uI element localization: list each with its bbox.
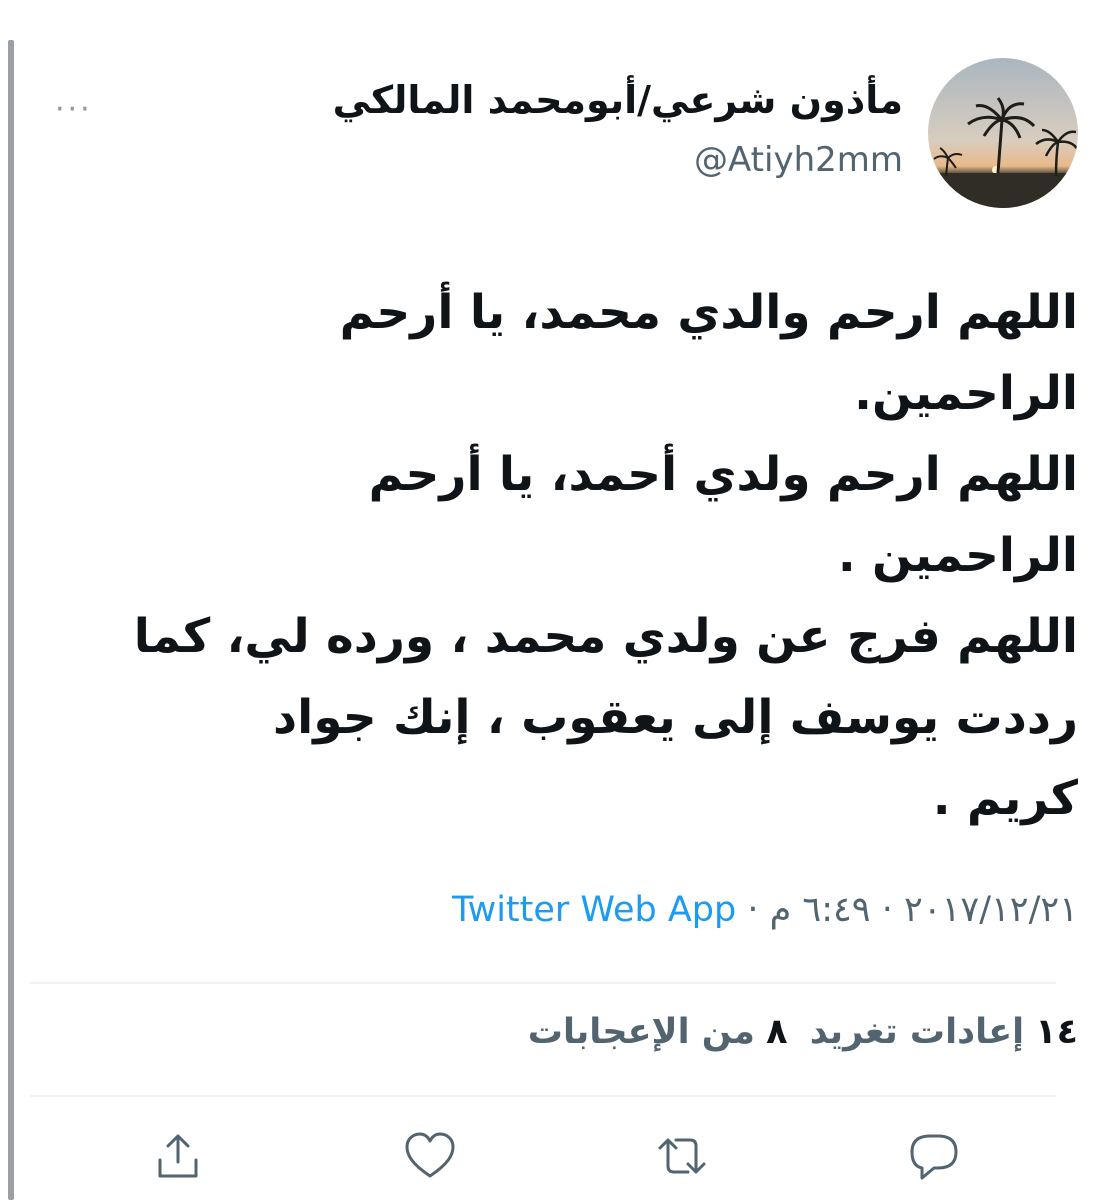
divider bbox=[30, 1095, 1056, 1097]
tweet-text-line: كريم . bbox=[932, 771, 1078, 826]
avatar-image bbox=[928, 58, 1078, 208]
retweets-count: ١٤ bbox=[1035, 1012, 1078, 1052]
author-display-name[interactable]: مأذون شرعي/أبومحمد المالكي bbox=[333, 78, 903, 122]
retweets-stat[interactable]: ١٤ إعادات تغريد bbox=[810, 1012, 1078, 1052]
engagement-stats: ١٤ إعادات تغريد ٨ من الإعجابات bbox=[528, 1012, 1078, 1052]
tweet-time[interactable]: ٦:٤٩ م bbox=[770, 890, 871, 930]
tweet-source-link[interactable]: Twitter Web App bbox=[452, 890, 736, 930]
tweet-card: مأذون شرعي/أبومحمد المالكي @Atiyh2mm ···… bbox=[30, 0, 1078, 1200]
tweet-metadata: ٢٠١٧/١٢/٢١ · ٦:٤٩ م · Twitter Web App bbox=[452, 890, 1078, 930]
more-dots-icon[interactable]: ··· bbox=[55, 92, 93, 127]
meta-separator: · bbox=[870, 890, 905, 930]
reply-icon bbox=[910, 1134, 958, 1180]
avatar[interactable] bbox=[928, 58, 1078, 208]
retweet-icon bbox=[658, 1138, 706, 1174]
tweet-text-line: الراحمين . bbox=[837, 528, 1078, 583]
share-button[interactable] bbox=[150, 1128, 206, 1184]
heart-icon bbox=[405, 1132, 455, 1178]
retweets-label: إعادات تغريد bbox=[809, 1012, 1025, 1052]
likes-stat[interactable]: ٨ من الإعجابات bbox=[528, 1012, 788, 1052]
likes-label: من الإعجابات bbox=[527, 1012, 755, 1052]
tweet-text: اللهم ارحم والدي محمد، يا أرحم الراحمين.… bbox=[133, 272, 1078, 839]
tweet-text-line: الراحمين. bbox=[854, 366, 1078, 421]
likes-count: ٨ bbox=[766, 1012, 788, 1052]
retweet-button[interactable] bbox=[654, 1128, 710, 1184]
left-edge-bar bbox=[8, 40, 14, 1200]
action-bar bbox=[30, 1128, 1078, 1184]
tweet-text-line: اللهم فرج عن ولدي محمد ، ورده لي، كما bbox=[133, 609, 1078, 664]
tweet-date[interactable]: ٢٠١٧/١٢/٢١ bbox=[904, 890, 1078, 930]
like-button[interactable] bbox=[402, 1128, 458, 1184]
divider bbox=[30, 982, 1056, 984]
reply-button[interactable] bbox=[906, 1128, 962, 1184]
tweet-text-line: رددت يوسف إلى يعقوب ، إنك جواد bbox=[273, 690, 1078, 745]
tweet-text-line: اللهم ارحم ولدي أحمد، يا أرحم bbox=[368, 447, 1078, 502]
share-icon bbox=[158, 1134, 198, 1178]
meta-separator: · bbox=[736, 890, 770, 930]
tweet-text-line: اللهم ارحم والدي محمد، يا أرحم bbox=[339, 285, 1078, 340]
author-handle[interactable]: @Atiyh2mm bbox=[694, 140, 903, 180]
